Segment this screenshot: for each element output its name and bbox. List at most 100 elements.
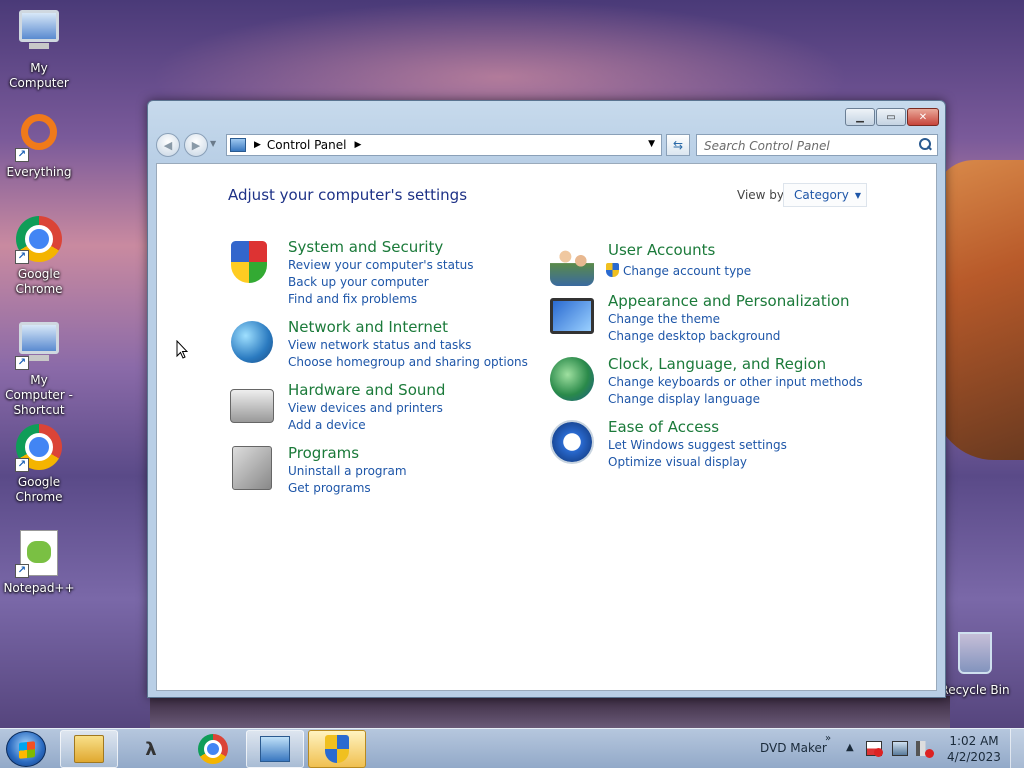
close-button[interactable]: ✕ <box>907 108 939 126</box>
maximize-button[interactable]: ▭ <box>876 108 906 126</box>
taskbar-security-app[interactable] <box>308 730 366 768</box>
navigation-bar: ◀ ▶ ▼ ▶ Control Panel ▶ ▼ ⇆ <box>156 133 938 157</box>
category-title[interactable]: Hardware and Sound <box>288 381 445 400</box>
desktop-icon-my-computer[interactable]: My Computer <box>0 10 78 91</box>
printer-speaker-icon[interactable] <box>228 381 276 429</box>
forward-arrow-icon: ▶ <box>191 138 201 152</box>
control-panel-window[interactable]: ▁ ▭ ✕ ◀ ▶ ▼ ▶ Control Panel ▶ ▼ ⇆ Adjust… <box>147 100 946 698</box>
breadcrumb-control-panel[interactable]: Control Panel <box>267 138 347 152</box>
shield-icon[interactable] <box>228 238 276 286</box>
view-by-dropdown[interactable]: Category ▼ <box>783 183 867 207</box>
view-by-value: Category <box>794 188 849 202</box>
shortcut-arrow-icon: ↗ <box>15 564 29 578</box>
desktop-icon-label: My Computer - Shortcut <box>5 373 73 417</box>
category-link[interactable]: Choose homegroup and sharing options <box>288 354 528 371</box>
recycle-bin-icon <box>951 632 999 680</box>
desktop-icon-notepad-plus-plus[interactable]: ↗ Notepad++ <box>0 530 78 596</box>
category-link[interactable]: View devices and printers <box>288 400 445 417</box>
address-dropdown-icon[interactable]: ▼ <box>648 139 655 149</box>
shortcut-arrow-icon: ↗ <box>15 250 29 264</box>
desktop-icon-label: Google Chrome <box>15 475 63 504</box>
category-title[interactable]: Programs <box>288 444 407 463</box>
breadcrumb-separator-icon[interactable]: ▶ <box>355 140 362 150</box>
shortcut-arrow-icon: ↗ <box>15 356 29 370</box>
page-title: Adjust your computer's settings <box>228 186 468 204</box>
globe-network-icon[interactable] <box>228 318 276 366</box>
desktop-icon-label: Notepad++ <box>3 581 75 595</box>
view-by-label: View by: <box>737 188 788 202</box>
category-title[interactable]: Appearance and Personalization <box>608 292 850 311</box>
appearance-icon[interactable] <box>548 292 596 340</box>
category-link[interactable]: View network status and tasks <box>288 337 528 354</box>
search-box[interactable] <box>696 134 938 156</box>
desktop-icon-everything[interactable]: ↗ Everything <box>0 112 78 180</box>
refresh-button[interactable]: ⇆ <box>666 134 690 156</box>
wallpaper-rocks <box>150 696 950 728</box>
desktop-icon-label: Google Chrome <box>15 267 63 296</box>
category-link[interactable]: Let Windows suggest settings <box>608 437 787 454</box>
taskbar-google-chrome[interactable] <box>184 730 242 768</box>
category-link[interactable]: Change keyboards or other input methods <box>608 374 863 391</box>
clock-date: 4/2/2023 <box>947 750 1001 764</box>
category-link[interactable]: Uninstall a program <box>288 463 407 480</box>
category-link[interactable]: Change display language <box>608 391 863 408</box>
search-input[interactable] <box>697 136 907 156</box>
computer-icon <box>15 10 63 58</box>
volume-muted-icon[interactable] <box>916 741 934 758</box>
category-link[interactable]: Find and fix problems <box>288 291 474 308</box>
mouse-cursor-icon <box>176 340 188 359</box>
window-controls: ▁ ▭ ✕ <box>845 108 939 126</box>
category-link[interactable]: Back up your computer <box>288 274 474 291</box>
taskbar-lambda-app[interactable]: λ <box>122 730 180 768</box>
search-icon[interactable] <box>918 138 932 152</box>
category-link[interactable]: Change desktop background <box>608 328 850 345</box>
desktop-icon-google-chrome-2[interactable]: ↗ Google Chrome <box>0 424 78 505</box>
category-title[interactable]: Clock, Language, and Region <box>608 355 863 374</box>
category-link-label: Change account type <box>623 264 752 278</box>
recent-pages-dropdown[interactable]: ▼ <box>210 139 216 148</box>
tray-toolbar-label[interactable]: DVD Maker <box>760 741 827 755</box>
taskbar-control-panel[interactable] <box>246 730 304 768</box>
lambda-icon: λ <box>145 738 157 760</box>
shortcut-arrow-icon: ↗ <box>15 458 29 472</box>
category-title[interactable]: System and Security <box>288 238 474 257</box>
category-title[interactable]: Network and Internet <box>288 318 528 337</box>
chevron-down-icon: ▼ <box>854 190 861 200</box>
taskbar-windows-explorer[interactable] <box>60 730 118 768</box>
error-badge-icon <box>874 748 883 757</box>
desktop-icon-recycle-bin[interactable]: Recycle Bin <box>936 632 1014 698</box>
minimize-button[interactable]: ▁ <box>845 108 875 126</box>
category-link[interactable]: Optimize visual display <box>608 454 787 471</box>
desktop-icon-label: Everything <box>6 165 72 179</box>
action-center-flag-icon[interactable] <box>866 741 883 757</box>
desktop-icon-my-computer-shortcut[interactable]: ↗ My Computer - Shortcut <box>0 322 78 418</box>
programs-icon[interactable] <box>228 444 276 492</box>
toolbar-chevron-icon[interactable]: » <box>825 733 831 744</box>
forward-button[interactable]: ▶ <box>184 133 208 157</box>
category-title[interactable]: Ease of Access <box>608 418 787 437</box>
breadcrumb-separator-icon[interactable]: ▶ <box>254 140 261 150</box>
chrome-icon: ↗ <box>15 216 63 264</box>
chrome-icon: ↗ <box>15 424 63 472</box>
start-button[interactable] <box>6 731 46 767</box>
taskbar-clock[interactable]: 1:02 AM 4/2/2023 <box>944 733 1004 765</box>
back-arrow-icon: ◀ <box>163 138 173 152</box>
network-icon[interactable] <box>892 741 908 756</box>
minimize-icon: ▁ <box>856 111 864 123</box>
back-button[interactable]: ◀ <box>156 133 180 157</box>
desktop-icon-google-chrome[interactable]: ↗ Google Chrome <box>0 216 78 297</box>
clock-globe-icon[interactable] <box>548 355 596 403</box>
category-link[interactable]: Add a device <box>288 417 445 434</box>
refresh-icon: ⇆ <box>672 138 684 152</box>
maximize-icon: ▭ <box>886 111 896 123</box>
category-link[interactable]: Change account type <box>606 263 751 280</box>
address-bar[interactable]: ▶ Control Panel ▶ ▼ <box>226 134 662 156</box>
users-icon[interactable] <box>548 241 596 289</box>
category-link[interactable]: Get programs <box>288 480 407 497</box>
show-hidden-icons-button[interactable]: ▲ <box>846 742 854 753</box>
category-link[interactable]: Change the theme <box>608 311 850 328</box>
category-link[interactable]: Review your computer's status <box>288 257 474 274</box>
category-title[interactable]: User Accounts <box>608 241 751 260</box>
ease-of-access-icon[interactable] <box>548 418 596 466</box>
show-desktop-button[interactable] <box>1010 729 1024 768</box>
